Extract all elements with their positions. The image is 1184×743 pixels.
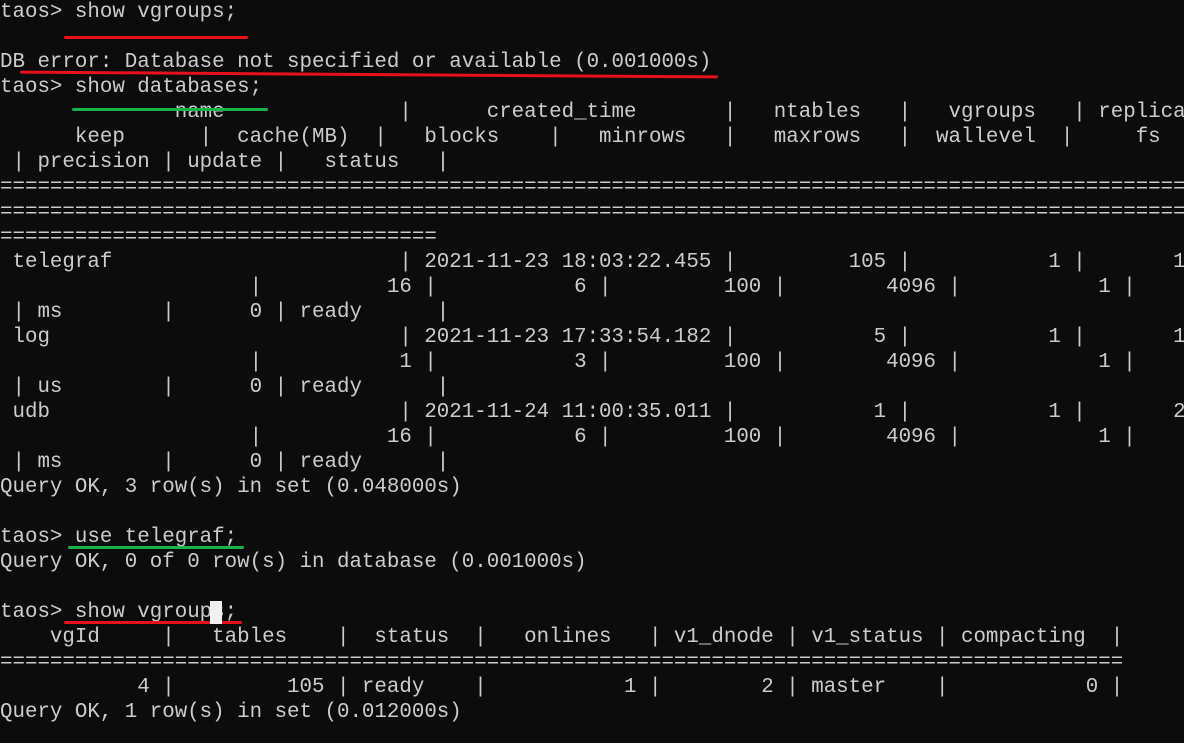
terminal-line: | ms | 0 | ready | xyxy=(0,301,450,324)
terminal-line: | 16 | 6 | 100 | 4096 | 1 | xyxy=(0,276,1136,299)
terminal-line: Query OK, 0 of 0 row(s) in database (0.0… xyxy=(0,551,587,574)
terminal-line: keep | cache(MB) | blocks | minrows | ma… xyxy=(0,126,1161,149)
red-underline-annotation xyxy=(64,36,248,39)
terminal-line: name | created_time | ntables | vgroups … xyxy=(0,101,1184,124)
terminal-line: 4 | 105 | ready | 1 | 2 | master | 0 | xyxy=(0,676,1124,699)
terminal-line: vgId | tables | status | onlines | v1_dn… xyxy=(0,626,1124,649)
green-underline-annotation xyxy=(68,546,244,549)
terminal-line: | precision | update | status | xyxy=(0,151,450,174)
green-underline-annotation xyxy=(72,108,268,111)
terminal-line: | 1 | 3 | 100 | 4096 | 1 | xyxy=(0,351,1136,374)
terminal-line: udb | 2021-11-24 11:00:35.011 | 1 | 1 | … xyxy=(0,401,1184,424)
terminal-line: =================================== xyxy=(0,226,437,249)
terminal-line: taos> show databases; xyxy=(0,76,263,99)
terminal-line: | ms | 0 | ready | xyxy=(0,451,450,474)
terminal-line: | us | 0 | ready | xyxy=(0,376,450,399)
terminal-line: taos> show vgroups; xyxy=(0,1,238,24)
terminal-line: Query OK, 1 row(s) in set (0.012000s) xyxy=(0,701,462,724)
terminal-line: ========================================… xyxy=(0,201,1184,224)
terminal-output: taos> show vgroups; DB error: Database n… xyxy=(0,0,1184,743)
terminal-window[interactable]: taos> show vgroups; DB error: Database n… xyxy=(0,0,1184,743)
terminal-line: | 16 | 6 | 100 | 4096 | 1 | xyxy=(0,426,1136,449)
text-cursor xyxy=(210,601,222,624)
terminal-line: Query OK, 3 row(s) in set (0.048000s) xyxy=(0,476,462,499)
terminal-line: log | 2021-11-23 17:33:54.182 | 5 | 1 | … xyxy=(0,326,1184,349)
terminal-line: ========================================… xyxy=(0,651,1124,674)
terminal-line: telegraf | 2021-11-23 18:03:22.455 | 105… xyxy=(0,251,1184,274)
terminal-line: ========================================… xyxy=(0,176,1184,199)
